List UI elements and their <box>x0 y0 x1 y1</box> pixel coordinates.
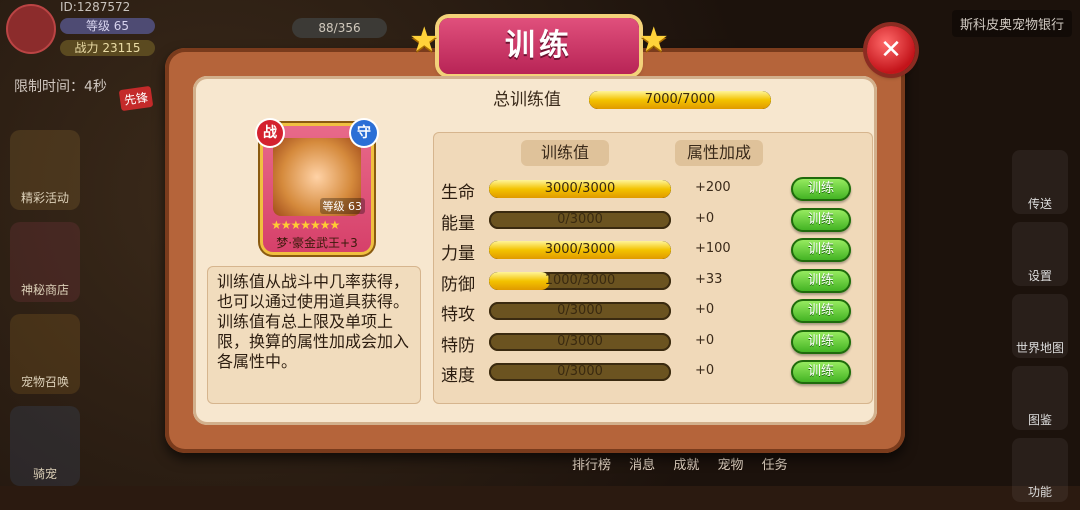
close-button[interactable]: ✕ <box>867 26 915 74</box>
pet-name: 梦·豪金武王+3 <box>276 236 358 250</box>
train-button[interactable]: 训练 <box>791 177 851 201</box>
vanguard-tag: 先锋 <box>118 85 154 112</box>
stat-value: 0/3000 <box>557 303 603 318</box>
train-button[interactable]: 训练 <box>791 329 851 354</box>
train-button[interactable]: 训练 <box>791 360 851 384</box>
pet-card[interactable]: 战 守 等级 63 ★★★★★★★ 梦·豪金武王+3 <box>257 120 377 252</box>
pet-type-badge: 战 <box>257 120 283 146</box>
menu-events[interactable]: 精彩活动 <box>10 130 80 210</box>
stat-bar: 0/3000 <box>489 332 671 351</box>
stat-bar: 0/3000 <box>489 210 671 229</box>
menu-teleport[interactable]: 传送 <box>1012 150 1068 214</box>
train-button[interactable]: 训练 <box>791 268 851 293</box>
pet-bank-label[interactable]: 斯科皮奥宠物银行 <box>951 10 1072 37</box>
stat-name: 能量 <box>441 213 475 234</box>
right-menu: 传送 设置 世界地图 图鉴 功能 <box>1012 150 1072 510</box>
stat-name: 特攻 <box>441 305 475 325</box>
train-button[interactable]: 训练 <box>791 207 851 232</box>
dialog-title-banner: ★ 训练 ★ <box>409 18 669 74</box>
stat-name: 力量 <box>441 244 475 264</box>
stat-bonus: +100 <box>695 241 731 256</box>
time-limit-text: 限制时间：4秒 <box>14 79 107 95</box>
stat-bar: 3000/3000 <box>489 241 671 259</box>
stat-bar: 3000/3000 <box>489 180 671 198</box>
stat-name: 速度 <box>441 366 475 386</box>
stat-value: 0/3000 <box>557 333 603 349</box>
tab-tasks[interactable]: 任务 <box>762 454 788 473</box>
menu-world-map[interactable]: 世界地图 <box>1012 294 1068 358</box>
stat-bonus: +33 <box>695 271 723 287</box>
pet-role-badge: 守 <box>351 120 377 146</box>
tab-achievements[interactable]: 成就 <box>673 454 699 473</box>
stats-table: 训练值 属性加成 生命 3000/3000 +200 训练 能量 0/3000 +0 训练 力量… <box>433 132 873 404</box>
dialog-body: 总训练值 7000/7000 战 守 等级 63 ★★★★★★★ 梦·豪金武王+… <box>193 76 877 425</box>
stat-row: 速度 0/3000 +0 训练 <box>433 359 873 386</box>
total-training-value: 7000/7000 <box>644 92 716 107</box>
stat-row: 生命 3000/3000 +200 训练 <box>433 176 873 203</box>
pet-level: 等级 63 <box>319 198 365 214</box>
menu-shop[interactable]: 神秘商店 <box>10 222 80 302</box>
stat-bonus: +0 <box>695 210 715 226</box>
total-training-bar: 7000/7000 <box>589 91 771 109</box>
dialog-title: 训练 <box>505 28 573 63</box>
pet-stars: ★★★★★★★ <box>271 218 340 232</box>
description-box: 训练值从战斗中几率获得，也可以通过使用道具获得。训练值有总上限及单项上限，换算的… <box>207 266 421 404</box>
player-info: ID:1287572 等级 65 战力 23115 <box>0 0 200 60</box>
star-icon: ★ <box>409 20 440 60</box>
menu-mount[interactable]: 骑宠 <box>10 406 80 486</box>
player-power: 战力 23115 <box>60 40 155 56</box>
stat-value: 0/3000 <box>557 211 603 227</box>
stat-row: 力量 3000/3000 +100 训练 <box>433 237 873 264</box>
stat-row: 特防 0/3000 +0 训练 <box>433 329 873 356</box>
stat-bonus: +0 <box>695 332 715 348</box>
stat-name: 特防 <box>441 335 475 356</box>
header-attribute-bonus: 属性加成 <box>675 140 763 166</box>
stat-value: 1000/3000 <box>544 272 616 288</box>
stat-bar: 0/3000 <box>489 302 671 320</box>
menu-settings[interactable]: 设置 <box>1012 222 1068 286</box>
left-menu: 精彩活动 神秘商店 宠物召唤 骑宠 <box>10 130 90 498</box>
stat-bonus: +200 <box>695 180 731 195</box>
stat-bonus: +0 <box>695 302 715 317</box>
menu-codex[interactable]: 图鉴 <box>1012 366 1068 430</box>
stat-value: 0/3000 <box>557 364 603 379</box>
train-button[interactable]: 训练 <box>791 238 851 262</box>
training-dialog: ★ 训练 ★ ✕ 总训练值 7000/7000 战 守 等级 63 ★★★★★★… <box>165 18 915 453</box>
player-level: 等级 65 <box>60 18 155 34</box>
stat-bonus: +0 <box>695 363 715 378</box>
tab-messages[interactable]: 消息 <box>629 454 655 473</box>
bottom-tabs: 排行榜 消息 成就 宠物 任务 <box>572 454 802 480</box>
description-text: 训练值从战斗中几率获得，也可以通过使用道具获得。训练值有总上限及单项上限，换算的… <box>217 272 410 371</box>
header-training-value: 训练值 <box>521 140 609 166</box>
player-id: ID:1287572 <box>60 0 131 14</box>
stat-name: 生命 <box>441 183 475 203</box>
menu-summon[interactable]: 宠物召唤 <box>10 314 80 394</box>
menu-functions[interactable]: 功能 <box>1012 438 1068 502</box>
tab-ranking[interactable]: 排行榜 <box>572 454 611 473</box>
stat-value: 3000/3000 <box>544 242 616 257</box>
stat-value: 3000/3000 <box>544 181 616 196</box>
train-button[interactable]: 训练 <box>791 299 851 323</box>
player-avatar[interactable] <box>6 4 56 54</box>
stamina-counter: 88/356 <box>292 18 387 38</box>
tab-pets[interactable]: 宠物 <box>717 454 743 473</box>
stat-bar: 0/3000 <box>489 363 671 381</box>
stat-row: 特攻 0/3000 +0 训练 <box>433 298 873 325</box>
stat-bar: 1000/3000 <box>489 271 671 290</box>
stat-row: 能量 0/3000 +0 训练 <box>433 207 873 234</box>
stat-name: 防御 <box>441 274 475 295</box>
stat-row: 防御 1000/3000 +33 训练 <box>433 268 873 295</box>
star-icon: ★ <box>638 20 669 60</box>
